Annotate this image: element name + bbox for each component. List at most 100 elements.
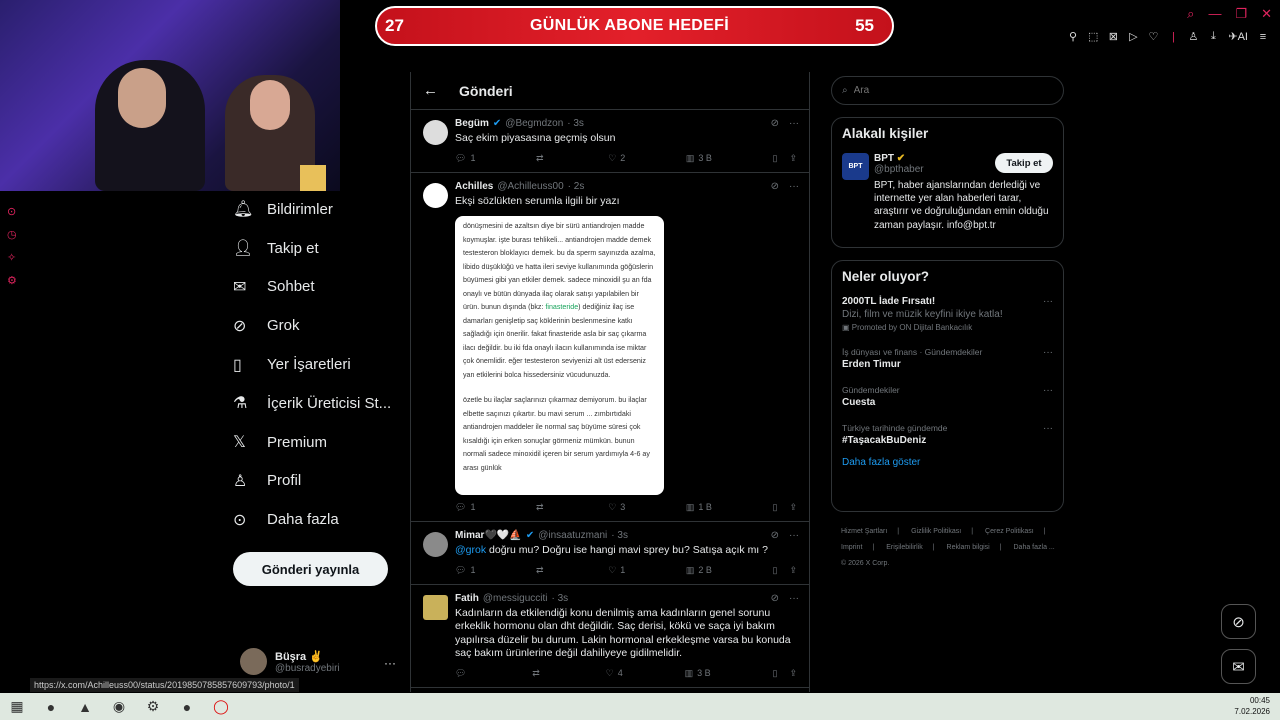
nav-item-more[interactable]: ⊙ Daha fazla — [233, 500, 403, 539]
nav-item-notifications[interactable]: 🔔︎ Bildirimler — [233, 190, 403, 229]
reply-button[interactable]: 💬︎ — [455, 668, 470, 679]
bookmark-button[interactable]: ▯ ⇪ — [773, 153, 798, 164]
more-icon[interactable]: ··· — [789, 181, 799, 192]
minimize-icon[interactable]: — — [1208, 6, 1221, 22]
steam-icon[interactable]: ⚙ — [136, 693, 170, 720]
clock-icon[interactable]: ◷ — [7, 228, 17, 241]
play-icon[interactable]: ▷ — [1128, 30, 1138, 43]
reply-button[interactable]: 💬︎ 1 — [455, 502, 475, 513]
post-button[interactable]: Gönderi yayınla — [233, 552, 388, 586]
tweet-image[interactable]: dönüşmesini de azaltsın diye bir sürü an… — [455, 216, 664, 495]
nav-item-creator-studio[interactable]: ⚗ İçerik Üreticisi St... — [233, 384, 403, 423]
footer-link[interactable]: Hizmet Şartları — [841, 528, 887, 535]
tweet-handle[interactable]: @Achilleuss00 — [497, 181, 563, 192]
show-more-link[interactable]: Daha fazla göster — [842, 457, 1053, 468]
taskbar-app-icon[interactable]: ◉ — [102, 693, 136, 720]
close-icon[interactable]: ✕ — [1261, 6, 1272, 22]
footer-link[interactable]: Çerez Politikası — [985, 528, 1034, 535]
tweet-handle[interactable]: @messigucciti — [483, 593, 548, 604]
bookmark-button[interactable]: ▯ ⇪ — [773, 502, 798, 513]
bookmark-button[interactable]: ▯ ⇪ — [772, 668, 797, 679]
search-input[interactable] — [853, 85, 1034, 96]
grok-float-button[interactable]: ⊘ — [1221, 604, 1256, 639]
tweet-handle[interactable]: @insaatuzmani — [538, 530, 607, 541]
trend-item[interactable]: Gündemdekiler Cuesta ··· — [842, 385, 1053, 408]
tweet[interactable]: Fatih @messigucciti · 3s ⊘ ··· Kadınların… — [411, 585, 809, 688]
grok-icon[interactable]: ⊘ — [771, 181, 779, 192]
related-account[interactable]: BPT BPT ✔ @bpthaber Takip et BPT, haber … — [842, 153, 1053, 232]
trend-item[interactable]: İş dünyası ve finans · Gündemdekiler Erd… — [842, 347, 1053, 370]
like-button[interactable]: ♡ 3 — [608, 502, 625, 513]
tweet[interactable]: Begüm ✔ @Begmdzon · 3s ⊘ ··· Saç ekim piy… — [411, 110, 809, 173]
footer-link[interactable]: Erişilebilirlik — [886, 544, 923, 551]
pin-icon[interactable]: ⚲ — [1068, 30, 1078, 43]
taskbar-app-icon[interactable]: ● — [34, 693, 68, 720]
trend-item[interactable]: Türkiye tarihinde gündemde #TaşacakBuDen… — [842, 423, 1053, 446]
more-icon[interactable]: ··· — [789, 593, 799, 604]
like-button[interactable]: ♡ 1 — [608, 565, 625, 576]
opera-icon[interactable]: ◯ — [204, 693, 238, 720]
mention-link[interactable]: @grok — [455, 544, 486, 556]
back-arrow-icon[interactable]: ← — [423, 82, 459, 99]
more-icon[interactable]: ··· — [384, 656, 396, 670]
more-icon[interactable]: ··· — [1043, 347, 1053, 358]
avatar[interactable] — [423, 182, 448, 208]
tweet[interactable]: Achilles @Achilleuss00 · 2s ⊘ ··· Ekşi sö… — [411, 173, 809, 522]
views-button[interactable]: ▥ 3 B — [685, 668, 711, 679]
grok-icon[interactable]: ⊘ — [771, 530, 779, 541]
screenshot-icon[interactable]: ⬚ — [1088, 30, 1098, 43]
footer-link[interactable]: Daha fazla ... — [1014, 544, 1055, 551]
tweet-author[interactable]: Begüm — [455, 118, 489, 129]
reply-button[interactable]: 💬︎ 1 — [455, 565, 475, 576]
more-icon[interactable]: ··· — [1043, 385, 1053, 396]
footer-link[interactable]: Reklam bilgisi — [947, 544, 990, 551]
more-icon[interactable]: ··· — [1043, 296, 1053, 307]
heart-icon[interactable]: ♡ — [1148, 30, 1158, 43]
nav-item-premium[interactable]: 𝕏 Premium — [233, 423, 403, 462]
tweet[interactable]: Mimar🖤🤍⛵ ✔ @insaatuzmani · 3s ⊘ ··· @grok… — [411, 522, 809, 585]
follow-button[interactable]: Takip et — [995, 153, 1053, 173]
grok-icon[interactable]: ⊘ — [771, 593, 779, 604]
trend-item[interactable]: 2000TL İade Fırsatı! Dizi, film ve müzik… — [842, 296, 1053, 332]
tweet-author[interactable]: Achilles — [455, 181, 493, 192]
nav-item-follow[interactable]: 👤︎ Takip et — [233, 229, 403, 268]
messages-float-button[interactable]: ✉ — [1221, 649, 1256, 684]
like-button[interactable]: ♡ 4 — [606, 668, 623, 679]
settings-icon[interactable]: ⚙ — [7, 274, 17, 287]
shield-icon[interactable]: ⊠ — [1108, 30, 1118, 43]
retweet-button[interactable]: ⇄ — [532, 668, 544, 679]
retweet-button[interactable]: ⇄ — [536, 565, 548, 576]
tweet-author[interactable]: Fatih — [455, 593, 479, 604]
taskbar-app-icon[interactable]: ▦ — [0, 693, 34, 720]
more-icon[interactable]: ··· — [789, 530, 799, 541]
avatar[interactable] — [423, 532, 448, 557]
avatar[interactable] — [423, 120, 448, 145]
tweet-handle[interactable]: @Begmdzon — [505, 118, 563, 129]
taskbar-app-icon[interactable]: ● — [170, 693, 204, 720]
bookmark-button[interactable]: ▯ ⇪ — [773, 565, 798, 576]
search-icon[interactable]: ⌕ — [1187, 6, 1194, 22]
ai-icon[interactable]: ✈AI — [1228, 30, 1248, 43]
nav-item-chat[interactable]: ✉ Sohbet — [233, 268, 403, 307]
views-button[interactable]: ▥ 1 B — [686, 502, 712, 513]
nav-item-profile[interactable]: ♙ Profil — [233, 462, 403, 501]
grok-icon[interactable]: ⊘ — [771, 118, 779, 129]
taskbar-app-icon[interactable]: ▲ — [68, 693, 102, 720]
profile-icon[interactable]: ♙ — [1188, 30, 1198, 43]
share-icon[interactable]: ⇪ — [789, 502, 797, 513]
avatar[interactable] — [423, 594, 448, 620]
share-icon[interactable]: ⇪ — [789, 153, 797, 164]
tweet-author[interactable]: Mimar🖤🤍⛵ — [455, 530, 522, 541]
nav-item-grok[interactable]: ⊘ Grok — [233, 306, 403, 345]
download-icon[interactable]: ⤓ — [1208, 30, 1218, 43]
like-button[interactable]: ♡ 2 — [608, 153, 625, 164]
retweet-button[interactable]: ⇄ — [536, 153, 548, 164]
maximize-icon[interactable]: ❐ — [1235, 6, 1247, 22]
share-icon[interactable]: ⇪ — [789, 565, 797, 576]
footer-link[interactable]: Gizlilik Politikası — [911, 528, 961, 535]
share-icon[interactable]: ⇪ — [789, 668, 797, 679]
more-icon[interactable]: ··· — [1043, 423, 1053, 434]
more-icon[interactable]: ··· — [789, 118, 799, 129]
reply-button[interactable]: 💬︎ 1 — [455, 153, 475, 164]
nav-item-bookmarks[interactable]: ▯ Yer İşaretleri — [233, 345, 403, 384]
